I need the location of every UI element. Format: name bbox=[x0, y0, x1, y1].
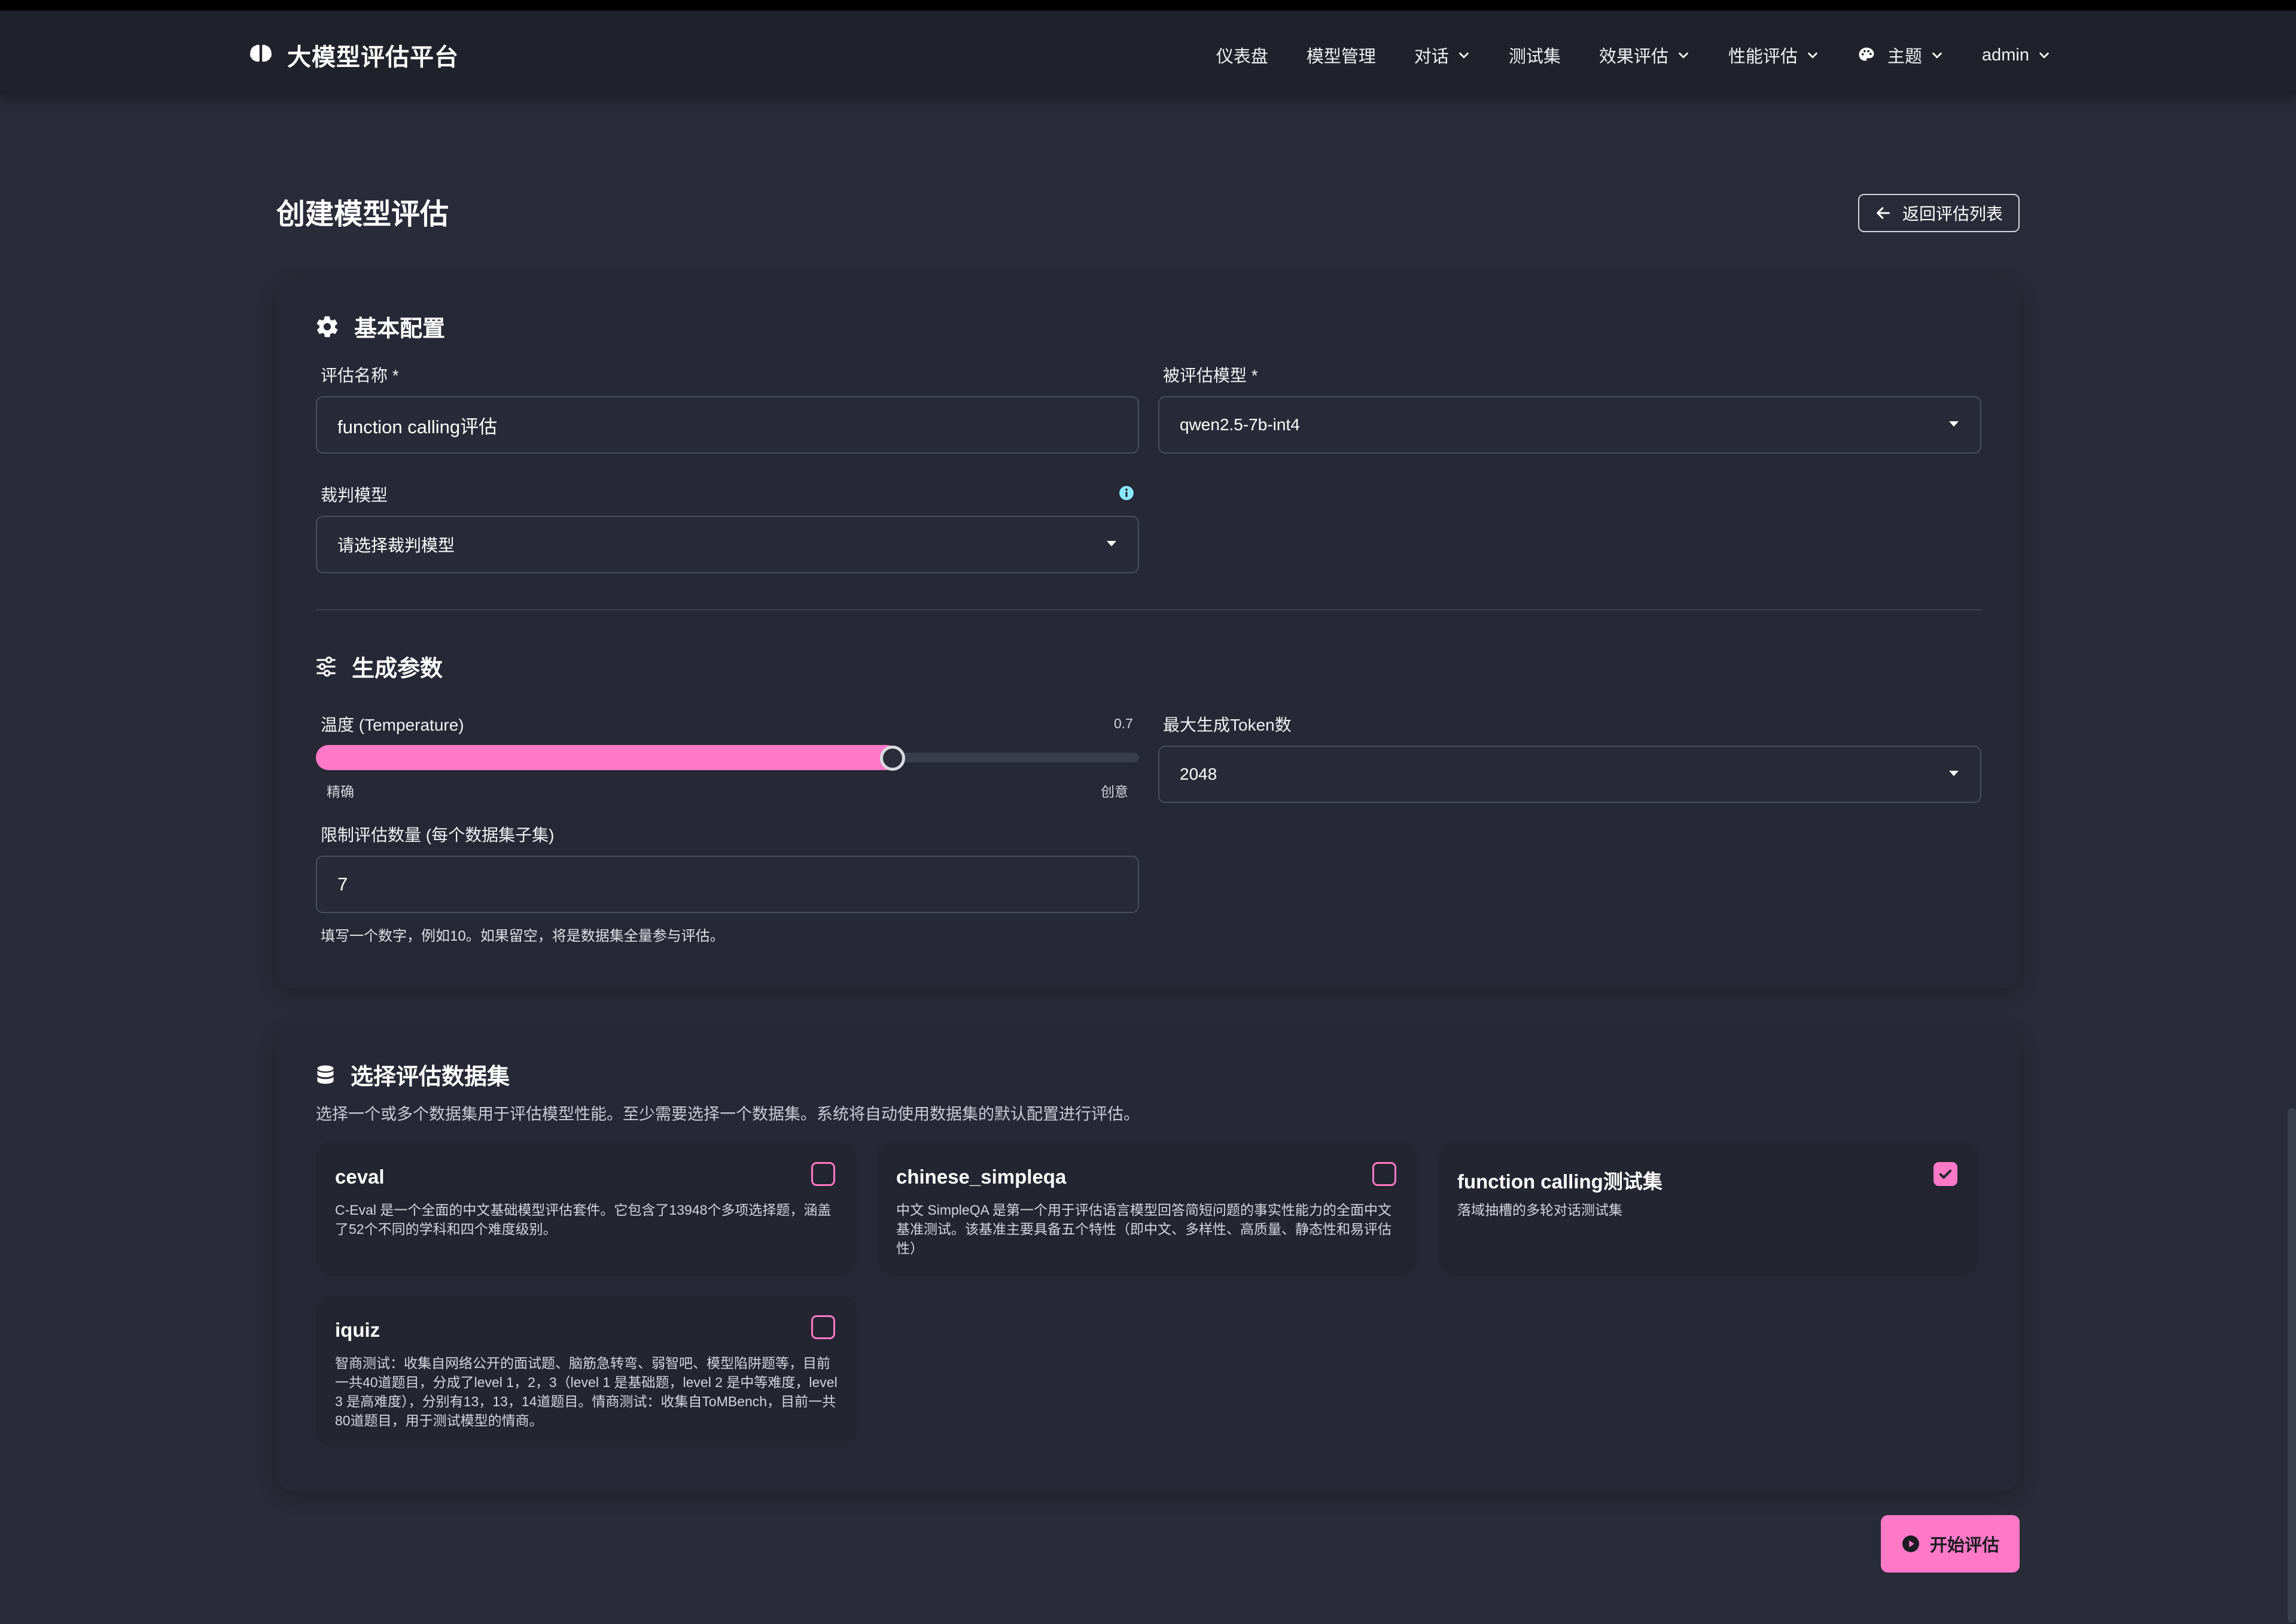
gear-icon bbox=[316, 316, 338, 337]
sliders-icon bbox=[316, 656, 336, 677]
start-eval-button[interactable]: 开始评估 bbox=[1881, 1515, 2020, 1573]
page-scrollbar[interactable] bbox=[2288, 1108, 2296, 1623]
check-icon bbox=[1939, 1169, 1952, 1179]
gen-params-title: 生成参数 bbox=[352, 656, 443, 682]
max-tokens-value: 2048 bbox=[1180, 765, 1217, 783]
eval-model-select[interactable]: qwen2.5-7b-int4 bbox=[1158, 396, 1981, 454]
temperature-slider-thumb[interactable] bbox=[879, 746, 905, 771]
eval-name-input[interactable]: function calling评估 bbox=[316, 396, 1139, 454]
limit-value: 7 bbox=[337, 874, 348, 895]
dataset-checkbox[interactable] bbox=[811, 1315, 835, 1339]
play-circle-icon bbox=[1902, 1535, 1919, 1552]
page-title: 创建模型评估 bbox=[276, 199, 449, 230]
chevron-down-icon bbox=[1679, 52, 1688, 59]
dataset-name: function calling测试集 bbox=[1457, 1170, 1662, 1193]
nav-theme-label: 主题 bbox=[1887, 47, 1922, 66]
info-icon[interactable] bbox=[1119, 485, 1134, 501]
nav-effect-eval-label: 效果评估 bbox=[1598, 47, 1668, 66]
limit-input[interactable]: 7 bbox=[316, 856, 1139, 913]
brand[interactable]: 大模型评估平台 bbox=[248, 37, 459, 73]
gen-params-header: 生成参数 bbox=[315, 650, 443, 683]
dataset-desc: C-Eval 是一个全面的中文基础模型评估套件。它包含了13948个多项选择题，… bbox=[335, 1202, 832, 1237]
dataset-checkbox[interactable] bbox=[811, 1162, 835, 1186]
dataset-option-iquiz[interactable]: iquiz 智商测试：收集自网络公开的面试题、脑筋急转弯、弱智吧、模型陷阱题等，… bbox=[316, 1295, 857, 1447]
brand-title: 大模型评估平台 bbox=[287, 44, 459, 71]
nav-theme[interactable]: 主题 bbox=[1857, 42, 1944, 68]
eval-name-value: function calling评估 bbox=[337, 416, 498, 437]
chevron-down-icon bbox=[1459, 52, 1469, 59]
chevron-down-icon bbox=[1932, 52, 1942, 59]
chevron-down-icon bbox=[2039, 52, 2049, 59]
eval-model-value: qwen2.5-7b-int4 bbox=[1180, 415, 1300, 434]
arrow-left-icon bbox=[1877, 207, 1890, 219]
dataset-subtitle: 选择一个或多个数据集用于评估模型性能。至少需要选择一个数据集。系统将自动使用数据… bbox=[316, 1105, 1140, 1123]
nav-dashboard[interactable]: 仪表盘 bbox=[1216, 42, 1268, 68]
brain-icon bbox=[249, 44, 272, 62]
basic-config-title: 基本配置 bbox=[354, 317, 446, 342]
dataset-option-chinese-simpleqa[interactable]: chinese_simpleqa 中文 SimpleQA 是第一个用于评估语言模… bbox=[877, 1142, 1418, 1276]
caret-down-icon bbox=[1107, 541, 1116, 546]
back-to-list-button[interactable]: 返回评估列表 bbox=[1858, 194, 2020, 232]
nav-user-label: admin bbox=[1982, 45, 2029, 65]
dataset-option-function-calling[interactable]: function calling测试集 落域抽槽的多轮对话测试集 bbox=[1438, 1142, 1979, 1276]
nav-user[interactable]: admin bbox=[1982, 45, 2051, 65]
temperature-value: 0.7 bbox=[1114, 716, 1133, 731]
eval-name-label: 评估名称 * bbox=[321, 366, 399, 385]
max-tokens-label: 最大生成Token数 bbox=[1163, 716, 1292, 734]
nav-chat[interactable]: 对话 bbox=[1414, 42, 1470, 68]
dataset-option-ceval[interactable]: ceval C-Eval 是一个全面的中文基础模型评估套件。它包含了13948个… bbox=[316, 1142, 857, 1276]
app-window: 大模型评估平台 仪表盘 模型管理 对话 测试集 效果评估 性能评估 主题 adm… bbox=[0, 11, 2296, 1624]
palette-icon bbox=[1859, 47, 1874, 61]
database-icon bbox=[317, 1065, 334, 1084]
dataset-name: iquiz bbox=[335, 1319, 380, 1341]
dataset-title: 选择评估数据集 bbox=[351, 1065, 510, 1090]
start-eval-label: 开始评估 bbox=[1929, 1536, 1999, 1555]
nav-perf-eval-label: 性能评估 bbox=[1728, 47, 1798, 66]
judge-model-placeholder: 请选择裁判模型 bbox=[337, 536, 455, 555]
nav-perf-eval[interactable]: 性能评估 bbox=[1728, 42, 1819, 68]
section-divider bbox=[316, 609, 1981, 610]
dataset-header: 选择评估数据集 bbox=[315, 1058, 510, 1091]
limit-hint: 填写一个数字，例如10。如果留空，将是数据集全量参与评估。 bbox=[321, 928, 724, 944]
back-button-label: 返回评估列表 bbox=[1902, 205, 2003, 223]
temperature-min-label: 精确 bbox=[327, 784, 354, 799]
limit-label: 限制评估数量 (每个数据集子集) bbox=[321, 826, 555, 844]
caret-down-icon bbox=[1949, 771, 1959, 776]
dataset-desc: 落域抽槽的多轮对话测试集 bbox=[1457, 1202, 1622, 1218]
judge-model-select[interactable]: 请选择裁判模型 bbox=[316, 516, 1139, 573]
caret-down-icon bbox=[1949, 421, 1959, 427]
dataset-desc: 中文 SimpleQA 是第一个用于评估语言模型回答简短问题的事实性能力的全面中… bbox=[896, 1202, 1392, 1256]
basic-config-header: 基本配置 bbox=[315, 310, 445, 343]
temperature-max-label: 创意 bbox=[1101, 784, 1128, 799]
temperature-label: 温度 (Temperature) bbox=[321, 716, 464, 734]
dataset-checkbox[interactable] bbox=[1372, 1162, 1396, 1186]
dataset-name: ceval bbox=[335, 1166, 385, 1188]
nav-models[interactable]: 模型管理 bbox=[1307, 42, 1376, 68]
top-navbar: 大模型评估平台 仪表盘 模型管理 对话 测试集 效果评估 性能评估 主题 adm… bbox=[0, 11, 2296, 95]
nav-menu: 仪表盘 模型管理 对话 测试集 效果评估 性能评估 主题 admin bbox=[1216, 37, 2051, 73]
dataset-checkbox-checked[interactable] bbox=[1933, 1162, 1957, 1186]
chevron-down-icon bbox=[1808, 52, 1817, 59]
temperature-slider-fill bbox=[316, 745, 899, 770]
judge-model-label: 裁判模型 bbox=[321, 486, 388, 504]
dataset-name: chinese_simpleqa bbox=[896, 1166, 1067, 1188]
nav-chat-label: 对话 bbox=[1414, 47, 1449, 66]
nav-effect-eval[interactable]: 效果评估 bbox=[1599, 42, 1690, 68]
max-tokens-select[interactable]: 2048 bbox=[1158, 746, 1981, 803]
dataset-desc: 智商测试：收集自网络公开的面试题、脑筋急转弯、弱智吧、模型陷阱题等，目前一共40… bbox=[335, 1355, 838, 1428]
nav-testsets[interactable]: 测试集 bbox=[1509, 42, 1561, 68]
eval-model-label: 被评估模型 * bbox=[1163, 366, 1258, 385]
